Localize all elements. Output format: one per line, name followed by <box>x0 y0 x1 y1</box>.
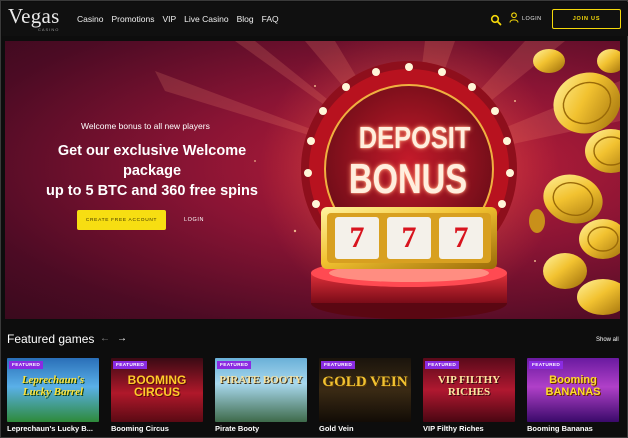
nav-live-casino[interactable]: Live Casino <box>184 14 228 24</box>
sign-deposit-text: DEPOSIT <box>358 120 471 155</box>
featured-badge: FEATURED <box>529 361 564 369</box>
hero-subtitle: Welcome bonus to all new players <box>81 121 210 131</box>
login-label: LOGIN <box>522 16 542 22</box>
game-name: Gold Vein <box>319 424 354 433</box>
hero-login-link[interactable]: LOGIN <box>184 217 204 223</box>
hero-title-line-1: Get our exclusive Welcome package <box>57 143 247 179</box>
game-thumbnail[interactable]: FEATURED PIRATE BOOTY <box>215 358 307 422</box>
game-card[interactable]: FEATURED Leprechaun's Lucky Barrel Lepre… <box>7 358 99 436</box>
search-icon[interactable] <box>490 13 502 26</box>
nav-promotions[interactable]: Promotions <box>111 14 154 24</box>
main-nav: Casino Promotions VIP Live Casino Blog F… <box>77 14 279 24</box>
game-name: Pirate Booty <box>215 424 260 433</box>
nav-vip[interactable]: VIP <box>162 14 176 24</box>
nav-faq[interactable]: FAQ <box>262 14 279 24</box>
game-card[interactable]: FEATURED Booming BANANAS Booming Bananas <box>527 358 619 436</box>
nav-blog[interactable]: Blog <box>237 14 254 24</box>
arrow-right-icon[interactable]: → <box>117 333 127 344</box>
reel-3: 7 <box>453 221 469 254</box>
reel-1: 7 <box>349 221 365 254</box>
game-card[interactable]: FEATURED PIRATE BOOTY Pirate Booty <box>215 358 307 436</box>
nav-casino[interactable]: Casino <box>77 14 103 24</box>
featured-badge: FEATURED <box>9 361 44 369</box>
featured-games-title: Featured games <box>7 332 95 346</box>
page-frame: Vegas CASINO Casino Promotions VIP Live … <box>0 0 628 438</box>
featured-badge: FEATURED <box>113 361 148 369</box>
game-art-title: Booming BANANAS <box>545 374 601 398</box>
game-card[interactable]: FEATURED VIP FILTHY RICHES VIP Filthy Ri… <box>423 358 515 436</box>
login-button[interactable]: LOGIN <box>509 12 542 26</box>
logo[interactable]: Vegas CASINO <box>8 4 68 34</box>
hero-title: Get our exclusive Welcome package up to … <box>27 141 277 201</box>
sign-bonus-text: BONUS <box>348 155 468 202</box>
game-art-title: GOLD VEIN <box>322 374 408 390</box>
game-art-title: BOOMING CIRCUS <box>127 373 187 399</box>
join-us-button[interactable]: JOIN US <box>552 9 621 29</box>
reel-2: 7 <box>401 221 417 254</box>
game-thumbnail[interactable]: FEATURED VIP FILTHY RICHES <box>423 358 515 422</box>
game-thumbnail[interactable]: FEATURED Leprechaun's Lucky Barrel <box>7 358 99 422</box>
game-name: Booming Bananas <box>527 424 593 433</box>
game-name: VIP Filthy Riches <box>423 424 484 433</box>
game-name: Leprechaun's Lucky B... <box>7 424 93 433</box>
create-account-button[interactable]: CREATE FREE ACCOUNT <box>77 210 166 230</box>
game-card[interactable]: FEATURED GOLD VEIN Gold Vein <box>319 358 411 436</box>
featured-badge: FEATURED <box>321 361 356 369</box>
logo-subtext: CASINO <box>38 27 60 32</box>
game-art-title: Leprechaun's Lucky Barrel <box>21 374 85 398</box>
game-card[interactable]: FEATURED BOOMING CIRCUS Booming Circus <box>111 358 203 436</box>
arrow-left-icon[interactable]: ← <box>100 333 110 344</box>
game-thumbnail[interactable]: FEATURED GOLD VEIN <box>319 358 411 422</box>
featured-badge: FEATURED <box>217 361 252 369</box>
hero-banner: Welcome bonus to all new players Get our… <box>5 41 620 319</box>
game-thumbnail[interactable]: FEATURED BOOMING CIRCUS <box>111 358 203 422</box>
show-all-link[interactable]: Show all <box>596 337 619 343</box>
game-name: Booming Circus <box>111 424 169 433</box>
game-art-title: VIP FILTHY RICHES <box>437 374 501 398</box>
game-art-title: PIRATE BOOTY <box>219 374 303 386</box>
featured-badge: FEATURED <box>425 361 460 369</box>
logo-text: Vegas <box>8 4 60 28</box>
user-icon <box>509 10 519 28</box>
hero-title-line-2: up to 5 BTC and 360 free spins <box>46 183 258 199</box>
header: Vegas CASINO Casino Promotions VIP Live … <box>2 2 628 36</box>
game-thumbnail[interactable]: FEATURED Booming BANANAS <box>527 358 619 422</box>
games-row: FEATURED Leprechaun's Lucky Barrel Lepre… <box>7 358 619 436</box>
featured-arrows: ← → <box>100 333 127 344</box>
